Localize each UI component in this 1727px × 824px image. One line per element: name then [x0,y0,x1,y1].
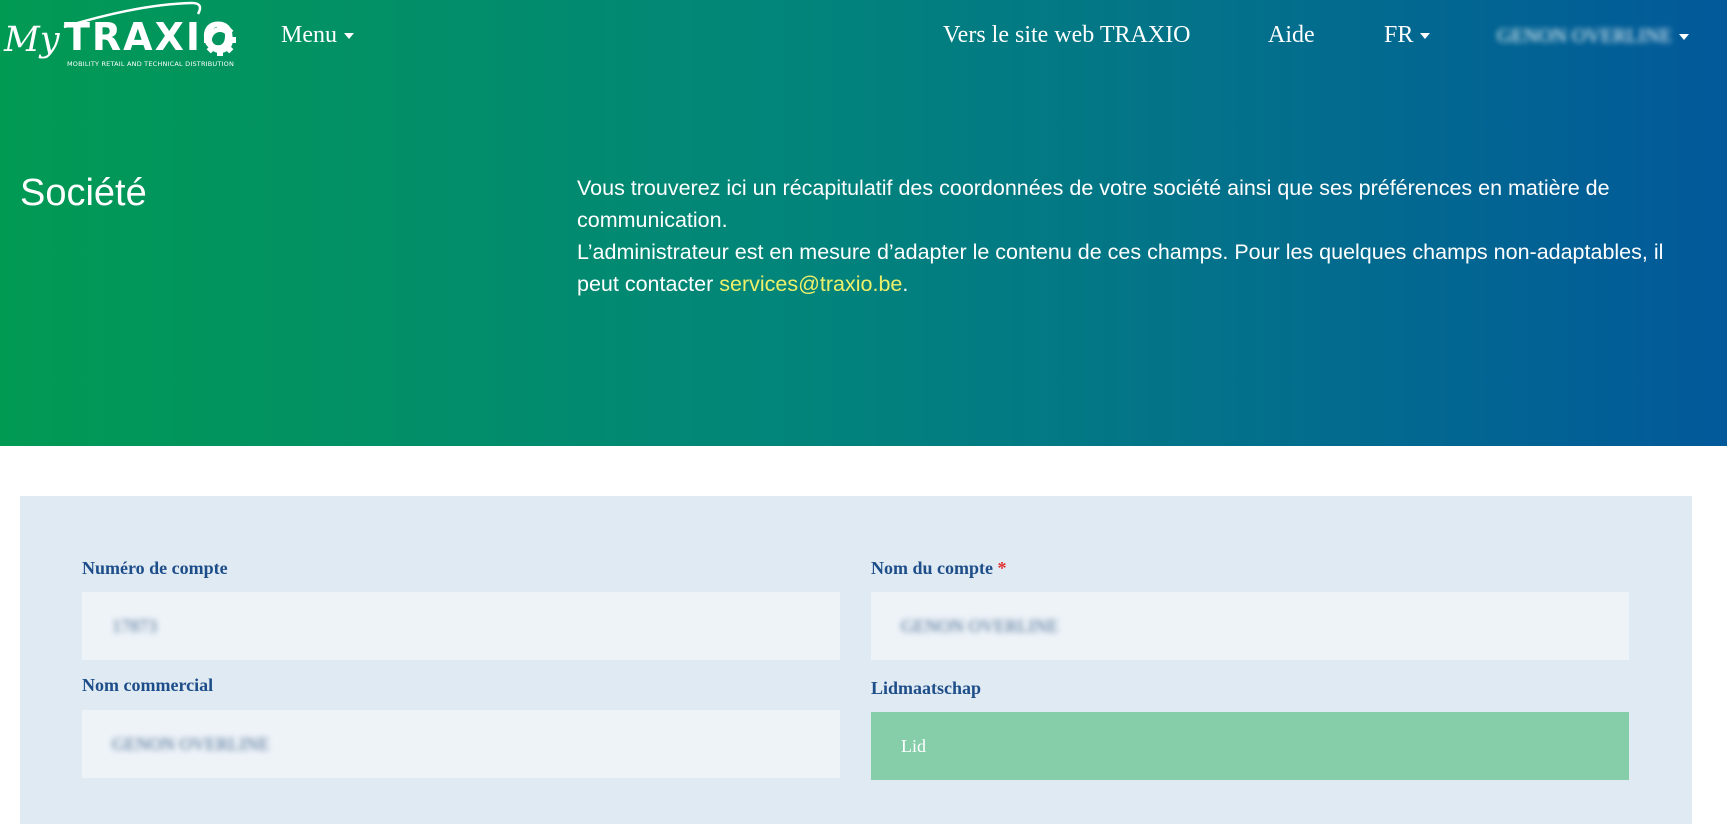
intro-paragraph-1: Vous trouverez ici un récapitulatif des … [577,176,1610,232]
account-name-value: GENON OVERLINE [901,615,1059,636]
chevron-down-icon [1678,34,1689,41]
membership-label: Lidmaatschap [871,678,981,699]
logo-tagline: MOBILITY RETAIL AND TECHNICAL DISTRIBUTI… [67,60,235,68]
help-link-label: Aide [1268,22,1315,48]
intro-paragraph-2: L’administrateur est en mesure d’adapter… [577,236,1697,300]
menu-label: Menu [281,22,337,48]
trade-name-value: GENON OVERLINE [112,733,270,754]
account-number-label-text: Numéro de compte [82,558,228,578]
user-dropdown[interactable]: GENON OVERLINE [1497,25,1689,48]
company-form-panel: Numéro de compte 17873 Nom du compte * G… [20,496,1692,824]
account-name-label-text: Nom du compte [871,558,993,578]
hero-banner: My TRAXIO MOBILITY RETAIL AND TECHNICAL … [0,0,1727,446]
user-name: GENON OVERLINE [1497,25,1672,47]
account-name-label: Nom du compte * [871,558,1007,579]
trade-name-label: Nom commercial [82,675,213,696]
website-link[interactable]: Vers le site web TRAXIO [943,22,1191,49]
logo-my-text: My [4,20,60,60]
language-label: FR [1384,22,1414,48]
membership-field: Lid [871,712,1629,780]
contact-email-link[interactable]: services@traxio.be [719,272,902,296]
trade-name-field[interactable]: GENON OVERLINE [82,710,840,778]
membership-value: Lid [901,735,926,756]
account-number-value: 17873 [112,615,157,636]
website-link-label: Vers le site web TRAXIO [943,22,1191,48]
page-title: Société [20,172,147,214]
account-number-label: Numéro de compte [82,558,228,579]
chevron-down-icon [344,33,354,40]
help-link[interactable]: Aide [1268,22,1315,49]
account-number-field[interactable]: 17873 [82,592,840,660]
menu-dropdown[interactable]: Menu [281,22,354,49]
account-name-field[interactable]: GENON OVERLINE [871,592,1629,660]
intro-text-end: . [902,272,909,296]
logo-gear-icon [204,24,236,56]
trade-name-label-text: Nom commercial [82,675,214,695]
membership-label-text: Lidmaatschap [871,678,982,698]
language-dropdown[interactable]: FR [1384,22,1431,49]
brand-logo[interactable]: My TRAXIO MOBILITY RETAIL AND TECHNICAL … [0,0,245,72]
required-asterisk: * [997,558,1007,578]
chevron-down-icon [1420,33,1431,40]
page-intro: Vous trouverez ici un récapitulatif des … [577,172,1697,300]
